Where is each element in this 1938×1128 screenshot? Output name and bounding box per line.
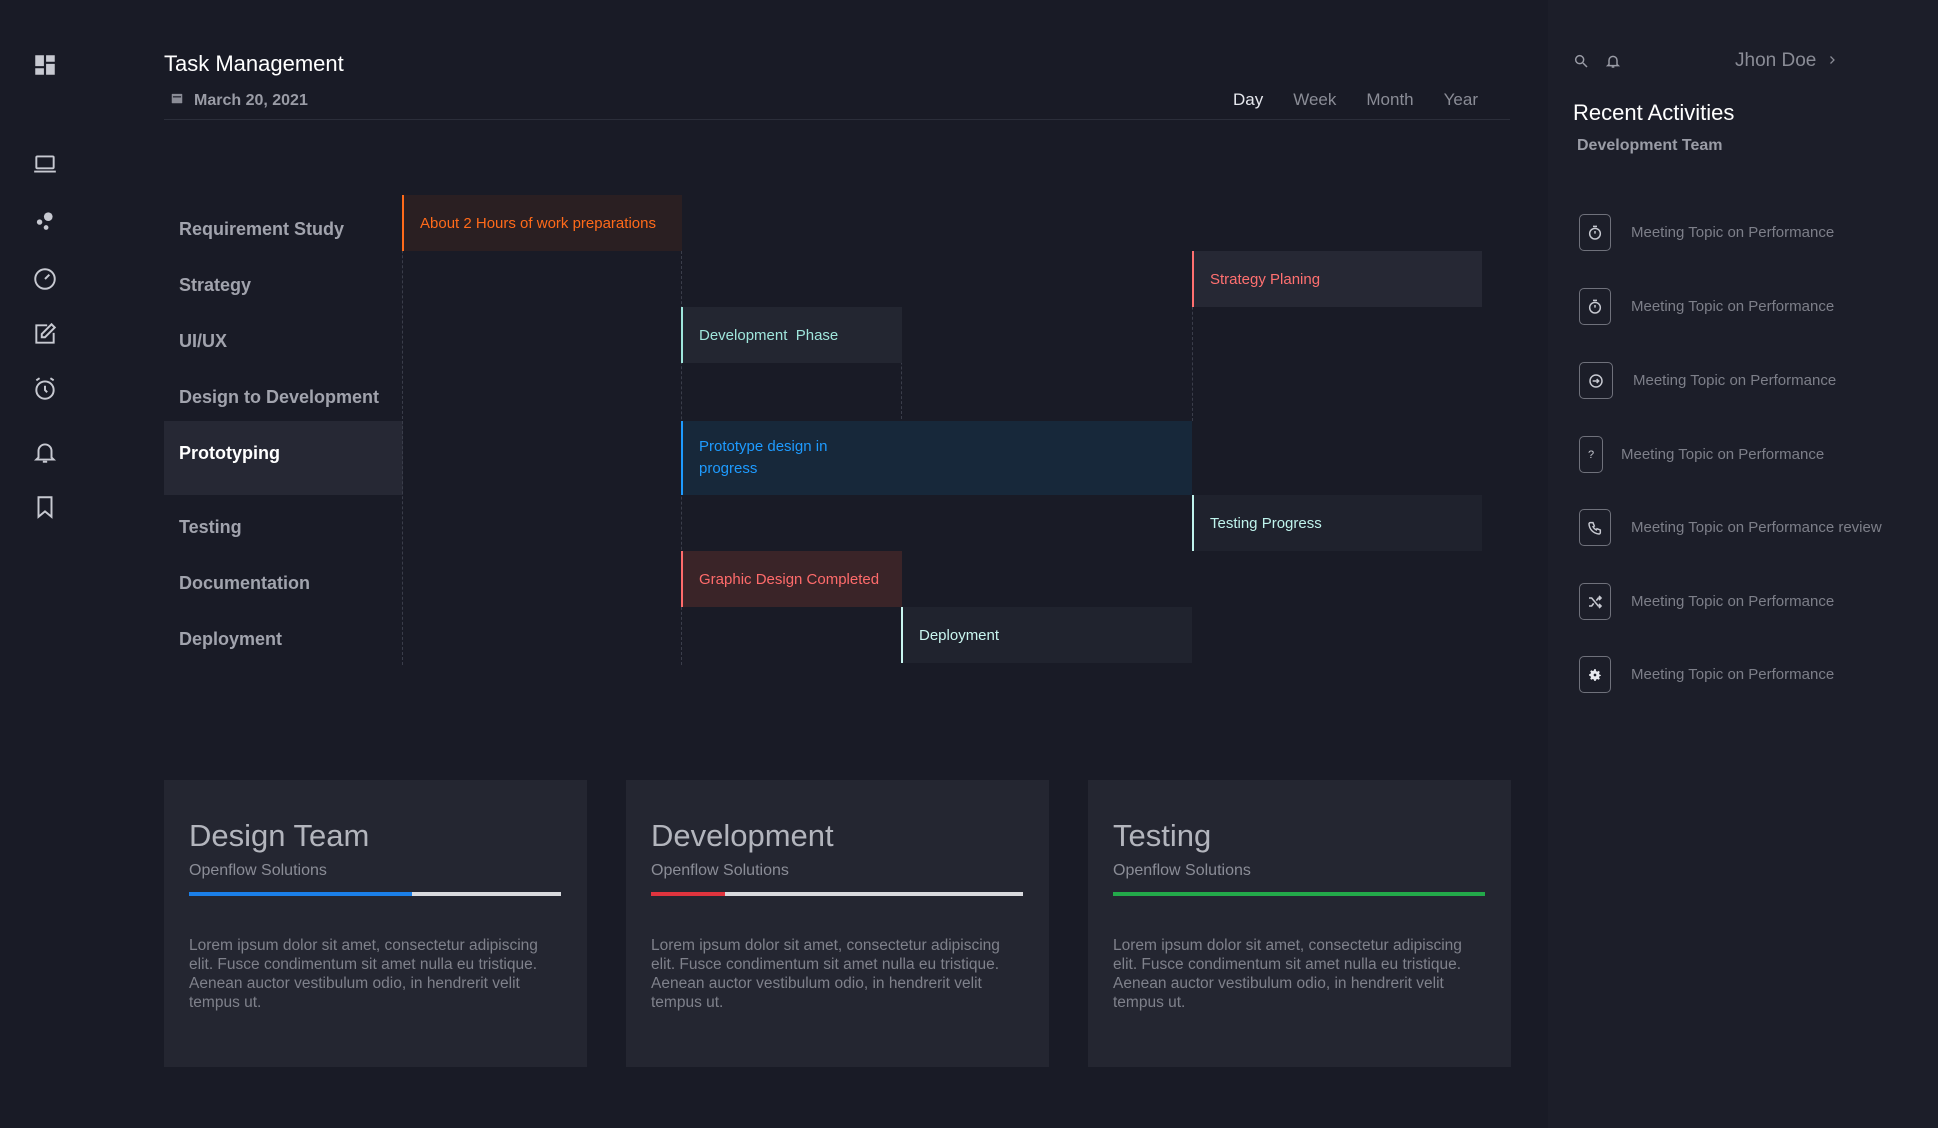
alarm-icon[interactable] [30,374,60,404]
progress-bar [651,892,1023,896]
activity-text: Meeting Topic on Performance [1631,224,1835,241]
shuffle-icon [1579,583,1611,620]
activity-text: Meeting Topic on Performance [1621,446,1825,463]
card-design-team[interactable]: Design Team Openflow Solutions Lorem ips… [164,780,587,1067]
tab-week[interactable]: Week [1293,90,1336,110]
card-subtitle: Openflow Solutions [1113,862,1251,879]
task-prototyping[interactable]: Prototyping [179,425,280,481]
task-design-to-development[interactable]: Design to Development [179,369,379,425]
tab-month[interactable]: Month [1366,90,1413,110]
progress-fill [189,892,413,896]
bar-prototype-design[interactable]: Prototype design in progress [681,421,1192,495]
search-icon[interactable] [1573,53,1589,69]
bar-work-preparations[interactable]: About 2 Hours of work preparations [402,195,682,251]
recent-activities-title: Recent Activities [1573,100,1735,125]
card-testing[interactable]: Testing Openflow Solutions Lorem ipsum d… [1088,780,1511,1067]
progress-fill [1113,892,1485,896]
header-divider [164,119,1510,120]
grid-line [402,195,403,665]
card-description: Lorem ipsum dolor sit amet, consectetur … [651,937,1000,1011]
page-title: Task Management [164,51,344,76]
activity-item[interactable]: Meeting Topic on Performance [1579,288,1834,325]
activity-item[interactable]: Meeting Topic on Performance review [1579,509,1882,546]
task-requirement-study[interactable]: Requirement Study [179,201,344,257]
phone-icon [1579,509,1611,546]
activity-item[interactable]: Meeting Topic on Performance [1579,583,1834,620]
date-row: March 20, 2021 [170,91,308,110]
user-menu[interactable]: Jhon Doe [1735,50,1838,72]
login-icon [1579,362,1613,399]
gear-icon [1579,656,1611,693]
gantt-chart: Requirement Study Strategy UI/UX Design … [164,195,1510,665]
gauge-icon[interactable] [30,264,60,294]
card-title: Testing [1113,818,1212,853]
question-icon: ? [1579,436,1603,473]
activity-item[interactable]: Meeting Topic on Performance [1579,362,1836,399]
card-subtitle: Openflow Solutions [189,862,327,879]
card-subtitle: Openflow Solutions [651,862,789,879]
dashboard-icon[interactable] [30,50,60,80]
activity-text: Meeting Topic on Performance review [1631,519,1882,536]
bar-graphic-design[interactable]: Graphic Design Completed [681,551,902,607]
bell-icon[interactable] [1605,53,1621,69]
chevron-right-icon [1826,50,1838,72]
bar-testing-progress[interactable]: Testing Progress [1192,495,1482,551]
user-name: Jhon Doe [1735,50,1817,71]
task-documentation[interactable]: Documentation [179,555,310,611]
task-ui-ux[interactable]: UI/UX [179,313,227,369]
task-strategy[interactable]: Strategy [179,257,251,313]
bell-icon[interactable] [30,437,60,467]
alarm-icon [1579,214,1611,251]
bar-deployment[interactable]: Deployment [901,607,1192,663]
tab-year[interactable]: Year [1444,90,1478,110]
card-title: Development [651,818,834,853]
bookmark-icon[interactable] [30,492,60,522]
sidebar [0,0,90,1128]
progress-bar [189,892,561,896]
card-description: Lorem ipsum dolor sit amet, consectetur … [189,937,538,1011]
current-date: March 20, 2021 [194,91,308,109]
view-tabs: Day Week Month Year [1233,90,1478,110]
bar-strategy-planing[interactable]: Strategy Planing [1192,251,1482,307]
edit-icon[interactable] [30,319,60,349]
calendar-icon [170,91,184,110]
right-panel: Jhon Doe Recent Activities Development T… [1548,0,1938,1128]
progress-bar [1113,892,1485,896]
activity-text: Meeting Topic on Performance [1633,372,1837,389]
laptop-icon[interactable] [30,149,60,179]
task-deployment[interactable]: Deployment [179,611,282,667]
activity-item[interactable]: ? Meeting Topic on Performance [1579,436,1824,473]
alarm-icon [1579,288,1611,325]
activity-text: Meeting Topic on Performance [1631,666,1835,683]
dots-icon[interactable] [30,206,60,236]
activity-text: Meeting Topic on Performance [1631,298,1835,315]
task-testing[interactable]: Testing [179,499,242,555]
activity-item[interactable]: Meeting Topic on Performance [1579,214,1834,251]
tab-day[interactable]: Day [1233,90,1263,110]
activity-item[interactable]: Meeting Topic on Performance [1579,656,1834,693]
bar-development-phase[interactable]: Development Phase [681,307,902,363]
team-subtitle: Development Team [1577,137,1723,154]
activity-text: Meeting Topic on Performance [1631,593,1835,610]
card-title: Design Team [189,818,370,853]
card-development[interactable]: Development Openflow Solutions Lorem ips… [626,780,1049,1067]
progress-fill [651,892,726,896]
card-description: Lorem ipsum dolor sit amet, consectetur … [1113,937,1462,1011]
